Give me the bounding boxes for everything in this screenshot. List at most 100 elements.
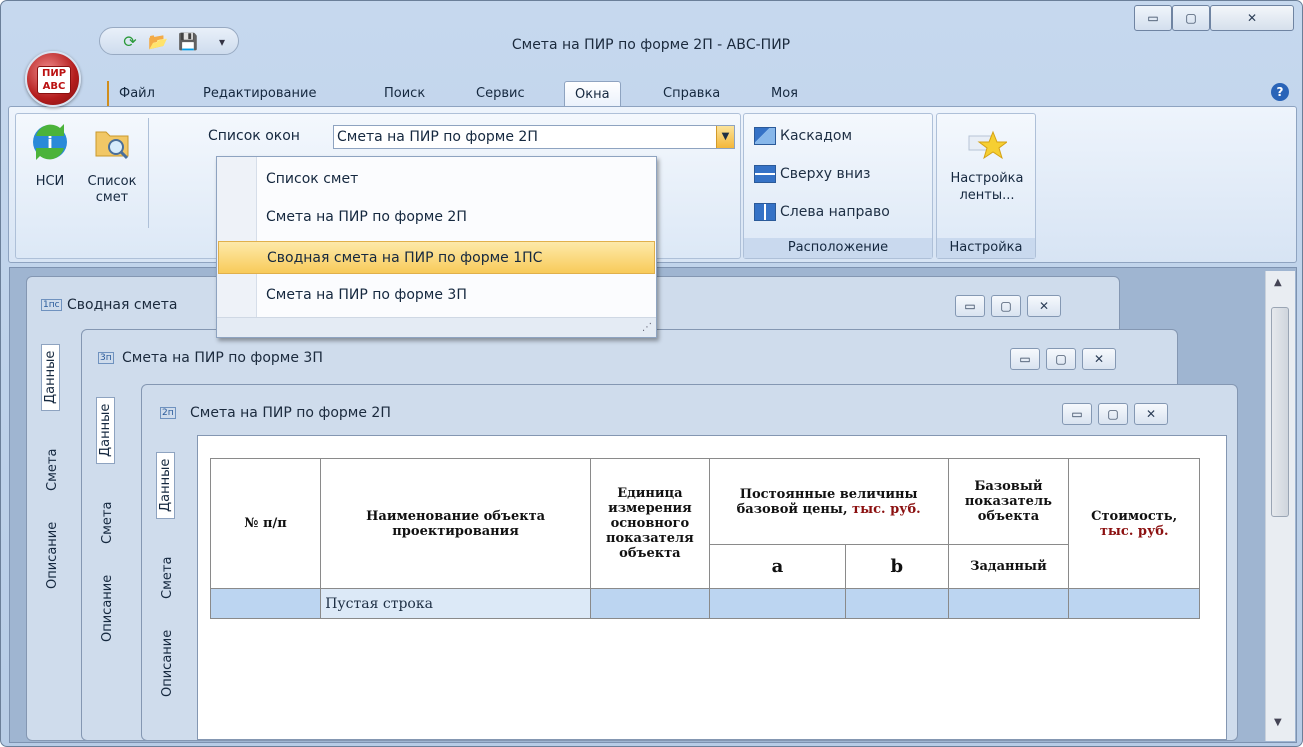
child-title-3p: Смета на ПИР по форме 3П [122, 350, 323, 366]
header-b: b [845, 544, 949, 589]
dropdown-item-form-2p[interactable]: Смета на ПИР по форме 2П [218, 201, 655, 234]
top-down-button[interactable]: Сверху вниз [754, 162, 871, 186]
cascade-button[interactable]: Каскадом [754, 124, 852, 148]
tab-windows[interactable]: Окна [564, 81, 621, 107]
tab-search[interactable]: Поиск [374, 81, 435, 107]
tab-help[interactable]: Справка [653, 81, 730, 107]
child1-maximize-button[interactable]: ▢ [991, 295, 1021, 317]
window-list-select[interactable]: Смета на ПИР по форме 2П ▼ [333, 125, 735, 149]
header-name: Наименование объекта проектирования [320, 458, 592, 589]
window-list-value: Смета на ПИР по форме 2П [337, 129, 538, 145]
header-cost: Стоимость, тыс. руб. [1068, 458, 1200, 589]
star-icon [968, 130, 1009, 160]
scrollbar-thumb[interactable] [1271, 307, 1289, 517]
tab-description-3[interactable]: Описание [160, 630, 175, 697]
group-label-settings: Настройка [937, 238, 1035, 258]
tab-data-1[interactable]: Данные [41, 343, 60, 411]
minimize-button[interactable]: ▭ [1134, 5, 1172, 31]
ribbon-settings-label-2: ленты... [959, 188, 1015, 203]
top-down-label: Сверху вниз [780, 166, 871, 182]
tab-description-1[interactable]: Описание [45, 522, 60, 589]
tab-smeta-1[interactable]: Смета [45, 449, 60, 491]
cascade-label: Каскадом [780, 128, 853, 144]
tab-service[interactable]: Сервис [466, 81, 535, 107]
cell-cost[interactable] [1068, 588, 1200, 619]
child2-maximize-button[interactable]: ▢ [1046, 348, 1076, 370]
cell-num[interactable] [209, 588, 322, 619]
estimates-list-label-2: смет [95, 190, 129, 205]
nsi-icon: i [33, 124, 67, 160]
group-label-arrangement: Расположение [744, 238, 932, 258]
cell-name[interactable]: Пустая строка [320, 588, 592, 619]
tab-file[interactable]: Файл [107, 81, 165, 107]
tab-data-2[interactable]: Данные [96, 396, 115, 464]
child1-close-button[interactable]: ✕ [1027, 295, 1061, 317]
svg-text:i: i [47, 133, 52, 152]
child-title-2p: Смета на ПИР по форме 2П [190, 405, 391, 421]
cell-unit[interactable] [590, 588, 710, 619]
left-right-button[interactable]: Слева направо [754, 200, 890, 224]
maximize-button[interactable]: ▢ [1172, 5, 1210, 31]
dropdown-item-form-3p[interactable]: Смета на ПИР по форме 3П [218, 279, 655, 312]
dropdown-item-estimates-list[interactable]: Список смет [218, 163, 655, 196]
folder-search-icon [95, 131, 129, 160]
header-cost-unit: тыс. руб. [1099, 523, 1169, 539]
header-cost-main: Стоимость, [1091, 508, 1178, 524]
app-logo: ПИР АВС [37, 66, 71, 94]
chevron-down-icon[interactable]: ▼ [716, 126, 734, 148]
child1-minimize-button[interactable]: ▭ [955, 295, 985, 317]
window-title: Смета на ПИР по форме 2П - АВС-ПИР [511, 37, 791, 53]
tile-horizontal-icon [754, 165, 776, 183]
vertical-scrollbar[interactable]: ▲ ▼ [1265, 271, 1295, 741]
save-icon[interactable]: 💾 [178, 32, 198, 52]
child3-close-button[interactable]: ✕ [1134, 403, 1168, 425]
ribbon-tab-bar: Файл Редактирование Поиск Сервис Окна Сп… [1, 77, 1303, 107]
open-folder-icon[interactable]: 📂 [148, 32, 168, 52]
form-1ps-icon: 1пс [41, 299, 62, 311]
main-window: ⟳ 📂 💾 ▾ Смета на ПИР по форме 2П - АВС-П… [0, 0, 1303, 747]
estimate-table: № п/п Наименование объекта проектировани… [209, 458, 1200, 619]
form-2p-icon: 2п [160, 407, 176, 419]
cell-a[interactable] [708, 588, 847, 619]
child-window-2p: 2п Смета на ПИР по форме 2П ▭ ▢ ✕ Данные… [141, 384, 1238, 741]
tile-vertical-icon [754, 203, 776, 221]
tab-description-2[interactable]: Описание [100, 575, 115, 642]
scroll-up-icon[interactable]: ▲ [1274, 277, 1282, 288]
cascade-icon [754, 127, 776, 145]
form-3p-icon: 3п [98, 352, 114, 364]
ribbon-settings-button[interactable]: Настройка ленты... [941, 128, 1033, 204]
tab-smeta-3[interactable]: Смета [160, 557, 175, 599]
dropdown-resize-bar[interactable]: ⋰ [217, 317, 656, 337]
child2-close-button[interactable]: ✕ [1082, 348, 1116, 370]
cell-b[interactable] [845, 588, 949, 619]
cell-base[interactable] [947, 588, 1070, 619]
estimates-list-button[interactable]: Список смет [80, 122, 144, 206]
window-list-dropdown: Список смет Смета на ПИР по форме 2П Сво… [216, 156, 657, 338]
tab-edit[interactable]: Редактирование [193, 81, 326, 107]
app-menu-orb[interactable]: ПИР АВС [25, 51, 81, 107]
left-right-label: Слева направо [780, 204, 890, 220]
tab-smeta-2[interactable]: Смета [100, 502, 115, 544]
child3-maximize-button[interactable]: ▢ [1098, 403, 1128, 425]
help-icon[interactable]: ? [1271, 83, 1289, 101]
child2-minimize-button[interactable]: ▭ [1010, 348, 1040, 370]
group-divider [148, 118, 149, 228]
table-row[interactable]: Пустая строка [209, 588, 1200, 619]
header-base: Базовый показатель объекта [947, 458, 1070, 545]
tab-data-3[interactable]: Данные [156, 451, 175, 519]
estimate-grid-pane: № п/п Наименование объекта проектировани… [197, 435, 1227, 740]
child3-minimize-button[interactable]: ▭ [1062, 403, 1092, 425]
header-const: Постоянные величины базовой цены, тыс. р… [708, 458, 949, 545]
dropdown-item-form-1ps[interactable]: Сводная смета на ПИР по форме 1ПС [218, 241, 655, 274]
close-button[interactable]: ✕ [1210, 5, 1294, 31]
scroll-down-icon[interactable]: ▼ [1274, 717, 1282, 728]
qat-customize-icon[interactable]: ▾ [212, 32, 232, 52]
nsi-label: НСИ [35, 174, 65, 189]
window-list-label: Список окон [208, 128, 300, 144]
refresh-icon[interactable]: ⟳ [120, 32, 140, 52]
nsi-button[interactable]: i НСИ [22, 122, 78, 189]
tab-my[interactable]: Моя [761, 81, 808, 107]
header-a: a [708, 544, 847, 589]
header-base-sub: Заданный [947, 544, 1070, 589]
resize-grip-icon[interactable]: ⋰ [642, 322, 652, 333]
